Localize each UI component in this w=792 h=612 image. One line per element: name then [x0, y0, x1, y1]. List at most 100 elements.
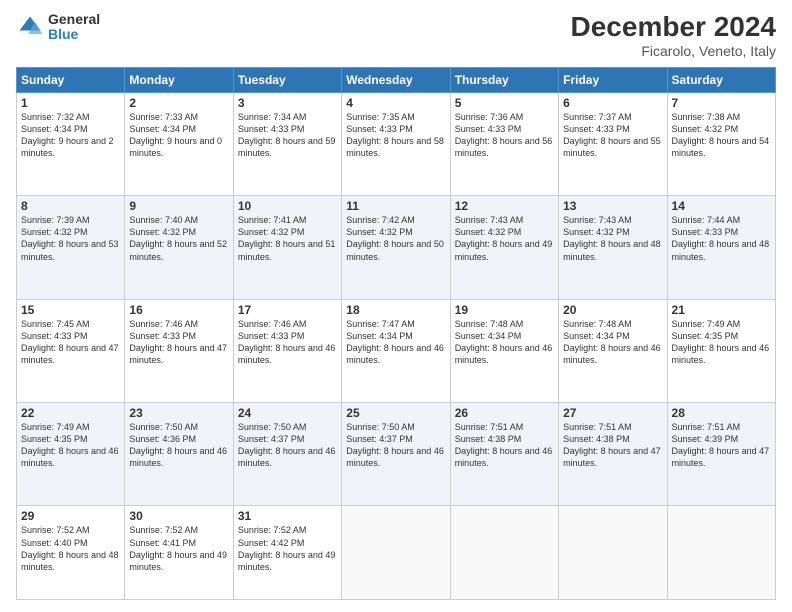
cell-info: Sunrise: 7:41 AMSunset: 4:32 PMDaylight:…: [238, 215, 336, 261]
day-number: 14: [672, 199, 771, 213]
page: General Blue December 2024 Ficarolo, Ven…: [0, 0, 792, 612]
calendar-cell: 20 Sunrise: 7:48 AMSunset: 4:34 PMDaylig…: [559, 299, 667, 402]
cell-info: Sunrise: 7:45 AMSunset: 4:33 PMDaylight:…: [21, 319, 119, 365]
day-number: 23: [129, 406, 228, 420]
cell-info: Sunrise: 7:50 AMSunset: 4:36 PMDaylight:…: [129, 422, 227, 468]
calendar-cell: 4 Sunrise: 7:35 AMSunset: 4:33 PMDayligh…: [342, 92, 450, 195]
day-number: 25: [346, 406, 445, 420]
day-number: 6: [563, 96, 662, 110]
day-number: 4: [346, 96, 445, 110]
calendar-cell: 19 Sunrise: 7:48 AMSunset: 4:34 PMDaylig…: [450, 299, 558, 402]
cell-info: Sunrise: 7:43 AMSunset: 4:32 PMDaylight:…: [455, 215, 553, 261]
calendar-cell: [559, 506, 667, 600]
cell-info: Sunrise: 7:49 AMSunset: 4:35 PMDaylight:…: [21, 422, 119, 468]
day-number: 19: [455, 303, 554, 317]
cell-info: Sunrise: 7:50 AMSunset: 4:37 PMDaylight:…: [238, 422, 336, 468]
week-row-1: 1 Sunrise: 7:32 AMSunset: 4:34 PMDayligh…: [17, 92, 776, 195]
calendar-cell: 8 Sunrise: 7:39 AMSunset: 4:32 PMDayligh…: [17, 196, 125, 299]
day-header-friday: Friday: [559, 67, 667, 92]
day-number: 1: [21, 96, 120, 110]
cell-info: Sunrise: 7:51 AMSunset: 4:38 PMDaylight:…: [455, 422, 553, 468]
day-number: 17: [238, 303, 337, 317]
calendar-cell: 16 Sunrise: 7:46 AMSunset: 4:33 PMDaylig…: [125, 299, 233, 402]
day-number: 3: [238, 96, 337, 110]
day-header-saturday: Saturday: [667, 67, 775, 92]
logo-blue-text: Blue: [48, 27, 100, 42]
cell-info: Sunrise: 7:50 AMSunset: 4:37 PMDaylight:…: [346, 422, 444, 468]
cell-info: Sunrise: 7:52 AMSunset: 4:42 PMDaylight:…: [238, 525, 336, 571]
calendar-cell: 7 Sunrise: 7:38 AMSunset: 4:32 PMDayligh…: [667, 92, 775, 195]
cell-info: Sunrise: 7:33 AMSunset: 4:34 PMDaylight:…: [129, 112, 222, 158]
cell-info: Sunrise: 7:35 AMSunset: 4:33 PMDaylight:…: [346, 112, 444, 158]
calendar-cell: 9 Sunrise: 7:40 AMSunset: 4:32 PMDayligh…: [125, 196, 233, 299]
calendar-cell: 14 Sunrise: 7:44 AMSunset: 4:33 PMDaylig…: [667, 196, 775, 299]
cell-info: Sunrise: 7:40 AMSunset: 4:32 PMDaylight:…: [129, 215, 227, 261]
day-number: 11: [346, 199, 445, 213]
week-row-3: 15 Sunrise: 7:45 AMSunset: 4:33 PMDaylig…: [17, 299, 776, 402]
calendar-cell: 6 Sunrise: 7:37 AMSunset: 4:33 PMDayligh…: [559, 92, 667, 195]
day-number: 24: [238, 406, 337, 420]
calendar-cell: [450, 506, 558, 600]
calendar-cell: 31 Sunrise: 7:52 AMSunset: 4:42 PMDaylig…: [233, 506, 341, 600]
calendar-cell: 13 Sunrise: 7:43 AMSunset: 4:32 PMDaylig…: [559, 196, 667, 299]
day-number: 20: [563, 303, 662, 317]
cell-info: Sunrise: 7:37 AMSunset: 4:33 PMDaylight:…: [563, 112, 661, 158]
calendar-cell: 22 Sunrise: 7:49 AMSunset: 4:35 PMDaylig…: [17, 403, 125, 506]
day-number: 29: [21, 509, 120, 523]
cell-info: Sunrise: 7:39 AMSunset: 4:32 PMDaylight:…: [21, 215, 119, 261]
day-header-monday: Monday: [125, 67, 233, 92]
calendar-cell: 24 Sunrise: 7:50 AMSunset: 4:37 PMDaylig…: [233, 403, 341, 506]
calendar-cell: 2 Sunrise: 7:33 AMSunset: 4:34 PMDayligh…: [125, 92, 233, 195]
calendar-cell: 1 Sunrise: 7:32 AMSunset: 4:34 PMDayligh…: [17, 92, 125, 195]
day-number: 21: [672, 303, 771, 317]
calendar-cell: 10 Sunrise: 7:41 AMSunset: 4:32 PMDaylig…: [233, 196, 341, 299]
cell-info: Sunrise: 7:46 AMSunset: 4:33 PMDaylight:…: [129, 319, 227, 365]
day-number: 26: [455, 406, 554, 420]
cell-info: Sunrise: 7:47 AMSunset: 4:34 PMDaylight:…: [346, 319, 444, 365]
cell-info: Sunrise: 7:46 AMSunset: 4:33 PMDaylight:…: [238, 319, 336, 365]
day-number: 9: [129, 199, 228, 213]
cell-info: Sunrise: 7:36 AMSunset: 4:33 PMDaylight:…: [455, 112, 553, 158]
day-number: 28: [672, 406, 771, 420]
cell-info: Sunrise: 7:34 AMSunset: 4:33 PMDaylight:…: [238, 112, 336, 158]
cell-info: Sunrise: 7:42 AMSunset: 4:32 PMDaylight:…: [346, 215, 444, 261]
day-header-wednesday: Wednesday: [342, 67, 450, 92]
cell-info: Sunrise: 7:44 AMSunset: 4:33 PMDaylight:…: [672, 215, 770, 261]
day-number: 18: [346, 303, 445, 317]
day-number: 2: [129, 96, 228, 110]
calendar-cell: 21 Sunrise: 7:49 AMSunset: 4:35 PMDaylig…: [667, 299, 775, 402]
day-number: 12: [455, 199, 554, 213]
calendar-cell: 30 Sunrise: 7:52 AMSunset: 4:41 PMDaylig…: [125, 506, 233, 600]
calendar-cell: 29 Sunrise: 7:52 AMSunset: 4:40 PMDaylig…: [17, 506, 125, 600]
day-number: 10: [238, 199, 337, 213]
calendar-cell: 15 Sunrise: 7:45 AMSunset: 4:33 PMDaylig…: [17, 299, 125, 402]
cell-info: Sunrise: 7:51 AMSunset: 4:38 PMDaylight:…: [563, 422, 661, 468]
subtitle: Ficarolo, Veneto, Italy: [571, 43, 776, 59]
calendar-cell: 18 Sunrise: 7:47 AMSunset: 4:34 PMDaylig…: [342, 299, 450, 402]
week-row-4: 22 Sunrise: 7:49 AMSunset: 4:35 PMDaylig…: [17, 403, 776, 506]
day-number: 30: [129, 509, 228, 523]
calendar-cell: 5 Sunrise: 7:36 AMSunset: 4:33 PMDayligh…: [450, 92, 558, 195]
day-number: 16: [129, 303, 228, 317]
cell-info: Sunrise: 7:38 AMSunset: 4:32 PMDaylight:…: [672, 112, 770, 158]
logo: General Blue: [16, 12, 100, 43]
day-number: 5: [455, 96, 554, 110]
cell-info: Sunrise: 7:52 AMSunset: 4:41 PMDaylight:…: [129, 525, 227, 571]
calendar-cell: 27 Sunrise: 7:51 AMSunset: 4:38 PMDaylig…: [559, 403, 667, 506]
header: General Blue December 2024 Ficarolo, Ven…: [16, 12, 776, 59]
day-number: 8: [21, 199, 120, 213]
calendar-cell: 26 Sunrise: 7:51 AMSunset: 4:38 PMDaylig…: [450, 403, 558, 506]
calendar-cell: [342, 506, 450, 600]
cell-info: Sunrise: 7:48 AMSunset: 4:34 PMDaylight:…: [563, 319, 661, 365]
calendar-cell: 3 Sunrise: 7:34 AMSunset: 4:33 PMDayligh…: [233, 92, 341, 195]
cell-info: Sunrise: 7:32 AMSunset: 4:34 PMDaylight:…: [21, 112, 114, 158]
calendar-cell: 25 Sunrise: 7:50 AMSunset: 4:37 PMDaylig…: [342, 403, 450, 506]
cell-info: Sunrise: 7:43 AMSunset: 4:32 PMDaylight:…: [563, 215, 661, 261]
calendar-cell: 28 Sunrise: 7:51 AMSunset: 4:39 PMDaylig…: [667, 403, 775, 506]
day-number: 7: [672, 96, 771, 110]
day-number: 31: [238, 509, 337, 523]
logo-text: General Blue: [48, 12, 100, 43]
main-title: December 2024: [571, 12, 776, 43]
calendar-cell: 17 Sunrise: 7:46 AMSunset: 4:33 PMDaylig…: [233, 299, 341, 402]
logo-general-text: General: [48, 12, 100, 27]
